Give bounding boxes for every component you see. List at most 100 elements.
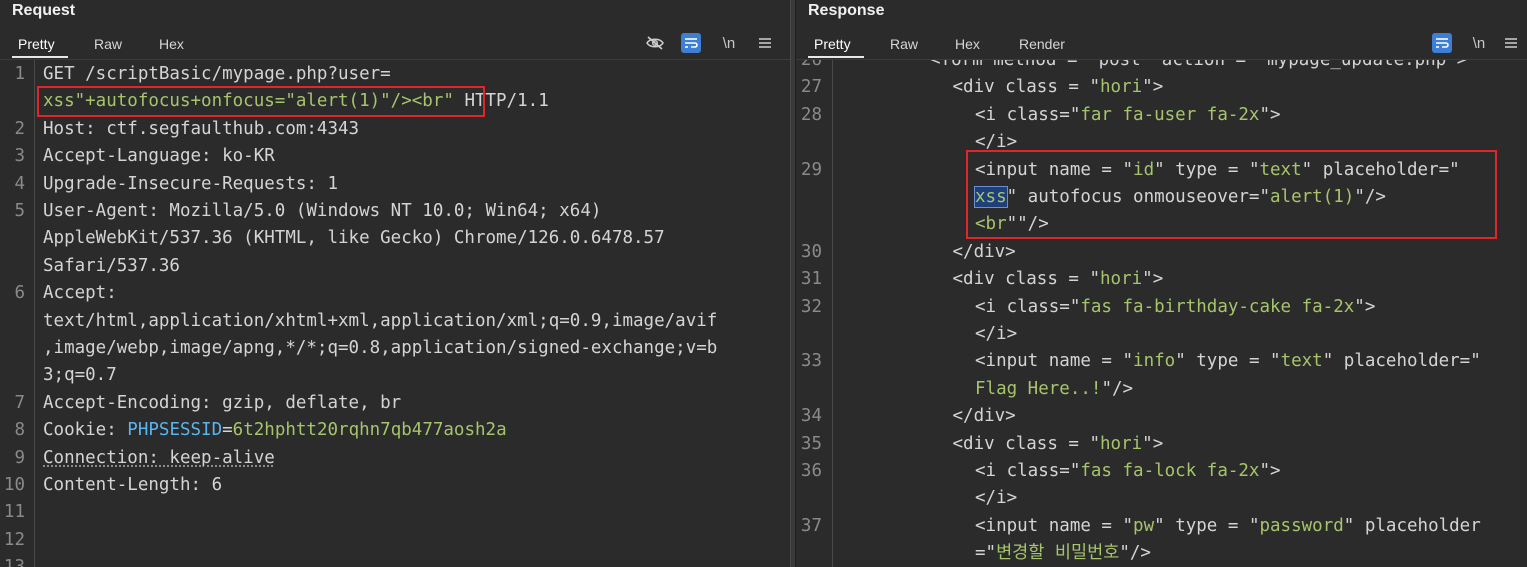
code-token: Accept: [43,283,117,304]
code-text: Accept-Language: ko-KR [43,143,275,170]
code-text: <div class = "hori"> [953,431,1164,458]
code-line: 33 <input name = "info" type = "text" pla… [796,348,1527,375]
active-tab-indicator [12,56,68,58]
wrap-lines-icon[interactable] [1432,33,1452,53]
code-token: </div> [952,406,1016,427]
code-token: "> [1142,433,1164,454]
menu-icon[interactable] [752,30,778,56]
line-number: 34 [800,406,822,427]
code-token: </div> [952,241,1016,262]
tab-pretty[interactable]: Pretty [18,36,55,52]
code-line: 31 <div class = "hori"> [796,266,1527,293]
request-editor[interactable]: 1 GET /scriptBasic/mypage.php?user= xss"+a… [0,60,790,567]
code-line: 9 Connection: keep-alive [0,445,790,472]
request-pane: Request Pretty Raw Hex \n 1 GET /scriptBa… [0,0,790,567]
code-text: Accept: [43,280,117,307]
line-number: 2 [14,118,25,139]
response-pane: Response Pretty Raw Hex Render \n 26 <for… [796,0,1527,567]
code-text: text/html,application/xhtml+xml,applicat… [43,308,717,335]
line-number: 12 [3,529,25,550]
code-line: 28 <i class="far fa-user fa-2x"> [796,102,1527,129]
line-number: 26 [800,60,822,70]
code-line: 7 Accept-Encoding: gzip, deflate, br [0,390,790,417]
code-text: Connection: keep-alive [43,445,275,472]
code-line: ="변경할 비밀번호"/> [796,540,1527,567]
code-line: Safari/537.36 [0,253,790,280]
code-token: Accept-Language: ko-KR [43,146,275,167]
newline-toggle[interactable]: \n [716,30,742,56]
code-token: <input name = " [975,515,1134,536]
tab-render[interactable]: Render [1019,36,1065,52]
code-text: <i class="far fa-user fa-2x"> [975,102,1281,129]
code-line: 11 [0,499,790,526]
code-line: 13 [0,554,790,567]
code-line: 3;q=0.7 [0,362,790,389]
code-token: " type = " [1175,351,1281,372]
code-token: fas fa-birthday-cake fa-2x [1080,296,1355,317]
response-editor[interactable]: 26 <form method = "post" action = "mypage… [796,60,1527,567]
tab-raw[interactable]: Raw [94,36,122,52]
newline-toggle[interactable]: \n [1466,30,1492,56]
code-line: </i> [796,321,1527,348]
code-token: <div class = " [952,433,1101,454]
code-line: 2 Host: ctf.segfaulthub.com:4343 [0,116,790,143]
tab-hex[interactable]: Hex [955,36,980,52]
line-number: 4 [14,173,25,194]
code-line: 37 <input name = "pw" type = "password" p… [796,513,1527,540]
tab-raw[interactable]: Raw [890,36,918,52]
code-text: Flag Here..!"/> [975,376,1133,403]
code-token: hori [1100,77,1143,98]
code-line: 8 Cookie: PHPSESSID=6t2hphtt20rqhn7qb477a… [0,417,790,444]
code-line: ,image/webp,image/apng,*/*;q=0.8,applica… [0,335,790,362]
tab-hex[interactable]: Hex [159,36,184,52]
code-token: User-Agent: Mozilla/5.0 (Windows NT 10.0… [43,201,602,221]
code-text: <div class = "hori"> [953,74,1164,101]
code-text: ,image/webp,image/apng,*/*;q=0.8,applica… [43,335,717,362]
line-number: 33 [800,351,822,372]
code-text: <i class="fas fa-lock fa-2x"> [975,458,1281,485]
code-token: </i> [975,324,1018,344]
code-token: ,image/webp,image/apng,*/*;q=0.8,applica… [43,338,718,358]
code-text: <input name = "info" type = "text" place… [975,348,1481,375]
code-line: 6 Accept: [0,280,790,307]
tab-pretty[interactable]: Pretty [814,36,851,52]
code-token: <i class=" [975,461,1081,481]
code-token: "> [1259,461,1281,481]
code-token: Upgrade-Insecure-Requests: 1 [43,173,339,194]
response-tabs: Pretty Raw Hex Render \n [796,30,1527,58]
line-number: 3 [14,146,25,167]
active-tab-indicator [808,56,864,58]
code-token: <div class = " [952,77,1101,98]
eye-off-icon[interactable] [642,30,668,56]
code-token: Safari/537.36 [43,255,180,276]
line-number: 29 [800,159,822,180]
code-token: =" [975,543,997,564]
code-token: far fa-user fa-2x [1080,104,1260,125]
code-token: "> [1354,296,1376,317]
code-line: text/html,application/xhtml+xml,applicat… [0,308,790,335]
code-line: 36 <i class="fas fa-lock fa-2x"> [796,458,1527,485]
code-line: 10 Content-Length: 6 [0,472,790,499]
code-text: AppleWebKit/537.36 (KHTML, like Gecko) C… [43,225,665,252]
line-number: 37 [800,515,822,536]
code-token: Host: ctf.segfaulthub.com:4343 [43,118,360,139]
code-token: Flag Here..! [975,378,1102,399]
code-text: Content-Length: 6 [43,472,222,499]
code-text: 3;q=0.7 [43,362,117,389]
highlight-box-payload [37,86,485,117]
line-number: 5 [14,201,25,221]
response-toolbar: \n [1426,30,1526,58]
wrap-lines-icon[interactable] [681,33,701,53]
code-token: "> [1142,77,1164,98]
code-line: </i> [796,485,1527,512]
code-token: 6t2hphtt20rqhn7qb477aosh2a [232,420,507,441]
code-token: <i class=" [975,296,1081,317]
code-token: hori [1100,433,1143,454]
line-number: 7 [14,392,25,413]
code-token: Content-Length: 6 [43,475,223,495]
line-number: 10 [3,475,25,495]
code-line: 26 <form method = "post" action = "mypage… [796,60,1527,74]
menu-icon[interactable] [1498,30,1524,56]
code-line: 34 </div> [796,403,1527,430]
line-number: 1 [14,64,25,84]
